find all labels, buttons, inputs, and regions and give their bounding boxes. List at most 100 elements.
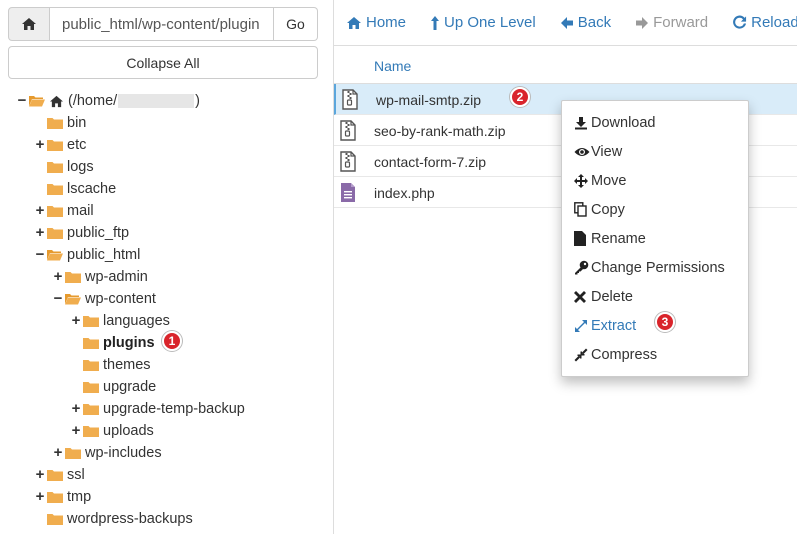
expand-toggle-icon[interactable]: + (52, 442, 64, 464)
folder-icon (47, 161, 63, 173)
arrow-right-icon (636, 16, 649, 29)
expand-toggle-icon[interactable]: + (34, 222, 46, 244)
tree-item-wordpress-backups[interactable]: wordpress-backups (34, 508, 367, 530)
tree-item-public-ftp[interactable]: + public_ftp (34, 222, 367, 244)
step-badge-2: 2 (510, 87, 530, 107)
tree-item-label: plugins (103, 335, 155, 351)
level-up-icon (431, 15, 440, 30)
menu-item-label: Download (591, 114, 656, 131)
file-name: seo-by-rank-math.zip (374, 123, 506, 139)
tree-item-label: upgrade-temp-backup (103, 401, 245, 417)
path-home-button[interactable] (8, 7, 50, 41)
collapse-toggle-icon[interactable]: − (16, 90, 28, 112)
folder-icon (47, 227, 63, 239)
tree-item-label: wordpress-backups (67, 511, 193, 527)
tree-item-label: bin (67, 115, 87, 131)
reload-button[interactable]: Reload (732, 14, 797, 31)
menu-item-download[interactable]: Download (562, 108, 748, 137)
expand-toggle-icon[interactable]: + (34, 486, 46, 508)
tree-item-mail[interactable]: + mail (34, 200, 367, 222)
expand-toggle-icon[interactable]: + (70, 398, 82, 420)
menu-item-label: Rename (591, 230, 646, 247)
folder-icon (65, 447, 81, 459)
toolbar: Home Up One Level Back Forward Reload (334, 0, 797, 46)
tree-item-tmp[interactable]: + tmp (34, 486, 367, 508)
path-input[interactable] (50, 7, 274, 41)
tree-item-label: ssl (67, 467, 85, 483)
tree-item-logs[interactable]: logs (34, 156, 367, 178)
tree-item-ssl[interactable]: + ssl (34, 464, 367, 486)
home-icon (22, 18, 36, 30)
reload-icon (733, 15, 747, 29)
zip-file-icon (340, 151, 356, 175)
tree-item-label: logs (67, 159, 94, 175)
menu-item-move[interactable]: Move (562, 166, 748, 195)
folder-icon (65, 271, 81, 283)
collapse-toggle-icon[interactable]: − (52, 288, 64, 310)
menu-item-label: Copy (591, 201, 625, 218)
collapse-all-button[interactable]: Collapse All (8, 46, 318, 79)
tree-item-label: uploads (103, 423, 154, 439)
move-icon (574, 173, 591, 188)
tree-root[interactable]: − (/home/ ) (16, 90, 349, 112)
menu-item-rename[interactable]: Rename (562, 224, 748, 253)
go-button[interactable]: Go (274, 7, 318, 41)
zip-file-icon (340, 120, 356, 144)
collapse-toggle-icon[interactable]: − (34, 244, 46, 266)
menu-item-label: View (591, 143, 623, 160)
menu-item-delete[interactable]: Delete (562, 282, 748, 311)
column-name-header[interactable]: Name (374, 58, 411, 74)
tree-item-label: languages (103, 313, 170, 329)
file-name: contact-form-7.zip (374, 154, 487, 170)
expand-toggle-icon[interactable]: + (34, 464, 46, 486)
menu-item-label: Move (591, 172, 627, 189)
expand-toggle-icon[interactable]: + (34, 134, 46, 156)
tree-item-label: lscache (67, 181, 117, 197)
tree-item-label: public_html (67, 247, 141, 263)
open-folder-icon (29, 95, 45, 107)
menu-item-compress[interactable]: Compress (562, 340, 748, 369)
menu-item-change-permissions[interactable]: Change Permissions (562, 253, 748, 282)
up-one-level-button[interactable]: Up One Level (430, 14, 536, 31)
menu-item-copy[interactable]: Copy (562, 195, 748, 224)
path-bar: Go (8, 7, 318, 41)
tree-item-label: public_ftp (67, 225, 130, 241)
forward-button-label: Forward (653, 14, 709, 31)
file-name: index.php (374, 185, 435, 201)
home-icon (347, 16, 361, 29)
back-button-label: Back (577, 14, 612, 31)
copy-icon (574, 202, 591, 217)
expand-toggle-icon[interactable]: + (34, 200, 46, 222)
menu-item-label: Change Permissions (591, 259, 725, 276)
tree-item-lscache[interactable]: lscache (34, 178, 367, 200)
tree-root-label-prefix: (/home/ (68, 93, 118, 109)
file-name: wp-mail-smtp.zip (376, 92, 482, 108)
expand-toggle-icon[interactable]: + (52, 266, 64, 288)
zip-file-icon (342, 89, 358, 113)
home-button[interactable]: Home (346, 14, 406, 31)
reload-button-label: Reload (751, 14, 797, 31)
tree-item-label: wp-includes (85, 445, 162, 461)
folder-icon (47, 139, 63, 151)
arrow-left-icon (560, 16, 573, 29)
tree-item-etc[interactable]: + etc (34, 134, 367, 156)
eye-icon (574, 146, 591, 158)
menu-item-label: Compress (591, 346, 658, 363)
step-badge-1: 1 (162, 331, 182, 351)
up-one-level-label: Up One Level (444, 14, 536, 31)
x-icon (574, 290, 591, 303)
expand-toggle-icon[interactable]: + (70, 420, 82, 442)
tree-item-label: wp-admin (85, 269, 148, 285)
menu-item-view[interactable]: View (562, 137, 748, 166)
forward-button[interactable]: Forward (635, 14, 708, 31)
tree-item-bin[interactable]: bin (34, 112, 367, 134)
menu-item-label: Extract (591, 317, 637, 334)
back-button[interactable]: Back (560, 14, 611, 31)
home-icon (50, 95, 63, 107)
home-button-label: Home (366, 14, 407, 31)
key-icon (574, 260, 591, 275)
expand-toggle-icon[interactable]: + (70, 310, 82, 332)
folder-icon (83, 337, 99, 349)
tree-item-public-html[interactable]: − public_html (34, 244, 367, 266)
folder-icon (47, 205, 63, 217)
